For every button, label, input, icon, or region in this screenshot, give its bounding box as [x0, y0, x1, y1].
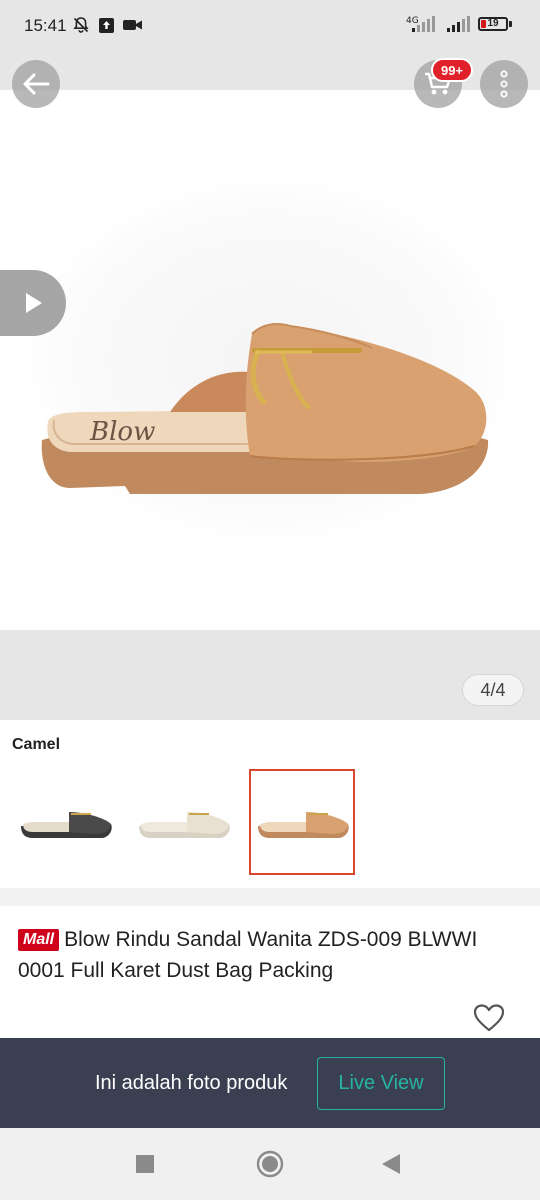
square-icon — [136, 1155, 154, 1173]
upload-box-icon — [98, 17, 115, 34]
video-play-button[interactable] — [0, 270, 66, 336]
circle-icon — [256, 1150, 284, 1178]
selected-variant-label: Camel — [12, 736, 61, 753]
signal-icon — [446, 14, 470, 34]
more-options-button[interactable] — [480, 60, 528, 108]
triangle-back-icon — [382, 1154, 400, 1174]
image-page-counter: 4/4 — [462, 674, 524, 706]
arrow-left-icon — [23, 73, 50, 95]
status-bar: 15:41 4G 19 — [0, 0, 540, 52]
battery-level: 19 — [487, 18, 499, 29]
status-system-icons: 4G 19 — [406, 14, 512, 34]
heart-outline-icon — [473, 1004, 505, 1032]
camel-shoe-icon — [258, 812, 349, 838]
system-nav-bar — [0, 1128, 540, 1200]
signal-4g-icon: 4G — [406, 14, 438, 34]
favorite-button[interactable] — [472, 1002, 506, 1034]
mall-badge: Mall — [18, 929, 60, 951]
variant-selector: Camel — [0, 720, 540, 888]
status-time: 15:41 — [24, 16, 67, 35]
live-view-button[interactable]: Live View — [317, 1057, 445, 1110]
product-title-text: Blow Rindu Sandal Wanita ZDS-009 BLWWI 0… — [18, 928, 478, 982]
product-title-section: Mall Blow Rindu Sandal Wanita ZDS-009 BLW… — [0, 906, 540, 1038]
battery-icon: 19 — [478, 17, 512, 31]
product-title: Mall Blow Rindu Sandal Wanita ZDS-009 BLW… — [18, 924, 518, 986]
shoe-brand-text: Blow — [89, 417, 155, 447]
more-vertical-icon — [500, 70, 508, 98]
section-divider — [0, 888, 540, 906]
status-notification-icons — [72, 16, 143, 34]
shoe-illustration: Blow — [41, 323, 489, 494]
product-image-gallery[interactable]: Blow — [0, 52, 540, 720]
variant-thumb-camel[interactable] — [249, 769, 355, 875]
bell-off-icon — [72, 16, 90, 34]
network-label: 4G — [406, 16, 419, 26]
photo-info-bar: Ini adalah foto produk Live View — [0, 1038, 540, 1128]
cart-count-badge: 99+ — [431, 58, 473, 82]
back-button[interactable] — [12, 60, 60, 108]
variant-thumb-cream[interactable] — [130, 769, 236, 875]
video-camera-icon — [123, 18, 143, 32]
cream-shoe-icon — [139, 812, 230, 838]
product-photo[interactable]: Blow — [0, 90, 540, 630]
black-shoe-icon — [21, 812, 112, 838]
variant-thumb-black[interactable] — [12, 769, 118, 875]
nav-back-button[interactable] — [373, 1146, 409, 1182]
home-button[interactable] — [252, 1146, 288, 1182]
play-icon — [26, 293, 42, 313]
recents-button[interactable] — [127, 1146, 163, 1182]
photo-info-text: Ini adalah foto produk — [95, 1072, 288, 1094]
